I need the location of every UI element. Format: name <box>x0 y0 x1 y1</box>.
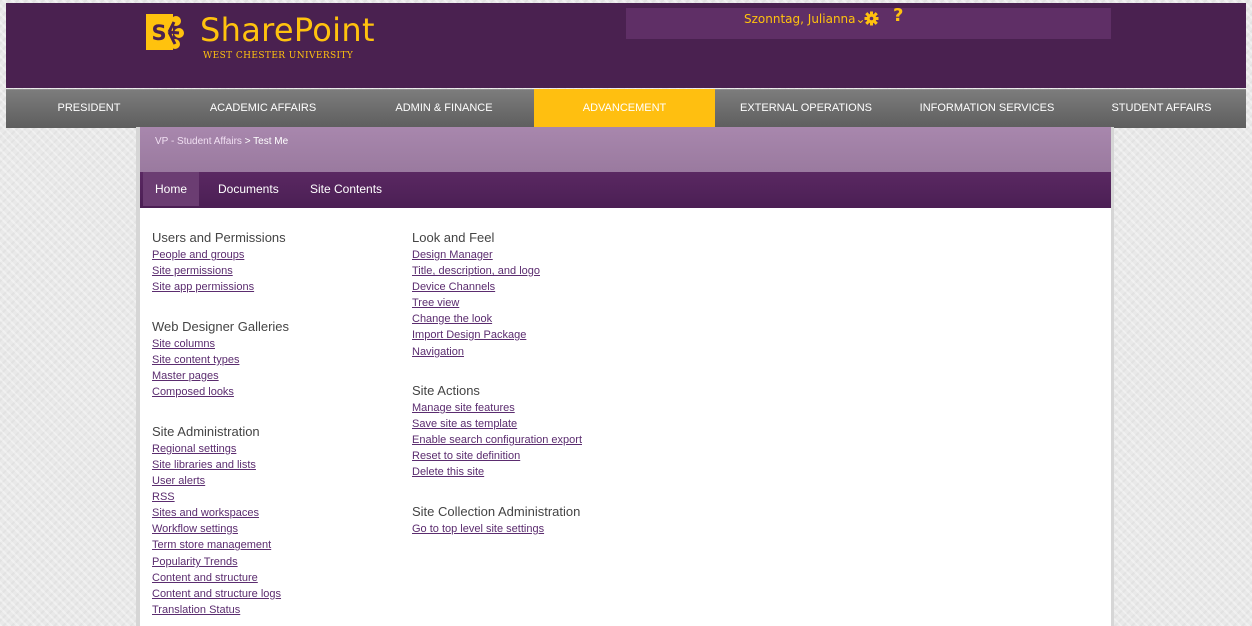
logo-letter: S <box>151 21 166 45</box>
link-change-the-look[interactable]: Change the look <box>412 313 492 325</box>
site-nav-home[interactable]: Home <box>143 172 200 206</box>
link-popularity-trends[interactable]: Popularity Trends <box>152 556 238 568</box>
web-designer-title: Web Designer Galleries <box>152 319 290 334</box>
link-composed-looks[interactable]: Composed looks <box>152 386 234 398</box>
link-sites-and-workspaces[interactable]: Sites and workspaces <box>152 507 259 519</box>
link-manage-site-features[interactable]: Manage site features <box>412 402 515 414</box>
nav-item-advancement[interactable]: ADVANCEMENT <box>534 89 715 127</box>
link-workflow-settings[interactable]: Workflow settings <box>152 523 238 535</box>
link-rss[interactable]: RSS <box>152 491 175 503</box>
link-site-columns[interactable]: Site columns <box>152 338 215 350</box>
link-reset-to-site-definition[interactable]: Reset to site definition <box>412 450 520 462</box>
logo-text[interactable]: SharePoint <box>200 12 375 48</box>
users-permissions-title: Users and Permissions <box>152 230 286 245</box>
link-go-to-top-level-site-settings[interactable]: Go to top level site settings <box>412 523 544 535</box>
breadcrumb-band <box>140 127 1111 172</box>
look-feel-title: Look and Feel <box>412 230 495 245</box>
link-master-pages[interactable]: Master pages <box>152 370 219 382</box>
link-content-and-structure-logs[interactable]: Content and structure logs <box>152 588 281 600</box>
settings-panel <box>140 208 1111 626</box>
user-menu[interactable]: Szonntag, Julianna⌄ <box>744 12 866 26</box>
link-content-and-structure[interactable]: Content and structure <box>152 572 258 584</box>
link-delete-this-site[interactable]: Delete this site <box>412 466 484 478</box>
breadcrumb-parent-link[interactable]: VP - Student Affairs <box>155 136 242 147</box>
nav-item-admin-finance[interactable]: ADMIN & FINANCE <box>354 89 534 127</box>
breadcrumb-current: Test Me <box>253 136 289 147</box>
sharepoint-logo-icon[interactable]: S <box>146 13 185 51</box>
site-nav-site-contents[interactable]: Site Contents <box>298 172 394 206</box>
link-regional-settings[interactable]: Regional settings <box>152 443 236 455</box>
link-save-site-as-template[interactable]: Save site as template <box>412 418 517 430</box>
link-site-content-types[interactable]: Site content types <box>152 354 239 366</box>
link-enable-search-config-export[interactable]: Enable search configuration export <box>412 434 582 446</box>
nav-item-president[interactable]: PRESIDENT <box>6 89 172 127</box>
link-title-description-logo[interactable]: Title, description, and logo <box>412 265 540 277</box>
nav-item-information-services[interactable]: INFORMATION SERVICES <box>897 89 1077 127</box>
link-site-app-permissions[interactable]: Site app permissions <box>152 281 254 293</box>
gear-icon[interactable] <box>864 11 879 26</box>
link-import-design-package[interactable]: Import Design Package <box>412 329 526 341</box>
link-translation-status[interactable]: Translation Status <box>152 604 240 616</box>
site-collection-title: Site Collection Administration <box>412 504 581 519</box>
link-people-and-groups[interactable]: People and groups <box>152 249 244 261</box>
nav-item-external-operations[interactable]: EXTERNAL OPERATIONS <box>715 89 897 127</box>
breadcrumb: VP - Student Affairs > Test Me <box>155 136 288 147</box>
nav-item-student-affairs[interactable]: STUDENT AFFAIRS <box>1077 89 1246 127</box>
breadcrumb-separator: > <box>244 136 251 147</box>
help-icon[interactable]: ? <box>893 5 903 26</box>
logo-subtitle: WEST CHESTER UNIVERSITY <box>203 51 354 61</box>
link-term-store-management[interactable]: Term store management <box>152 539 271 551</box>
link-navigation[interactable]: Navigation <box>412 346 464 358</box>
link-design-manager[interactable]: Design Manager <box>412 249 493 261</box>
site-nav-documents[interactable]: Documents <box>206 172 291 206</box>
link-user-alerts[interactable]: User alerts <box>152 475 205 487</box>
link-site-permissions[interactable]: Site permissions <box>152 265 233 277</box>
link-device-channels[interactable]: Device Channels <box>412 281 495 293</box>
link-site-libraries-and-lists[interactable]: Site libraries and lists <box>152 459 256 471</box>
site-actions-title: Site Actions <box>412 383 480 398</box>
nav-item-academic-affairs[interactable]: ACADEMIC AFFAIRS <box>172 89 354 127</box>
user-name[interactable]: Szonntag, Julianna <box>744 12 856 26</box>
link-tree-view[interactable]: Tree view <box>412 297 459 309</box>
site-admin-title: Site Administration <box>152 424 260 439</box>
